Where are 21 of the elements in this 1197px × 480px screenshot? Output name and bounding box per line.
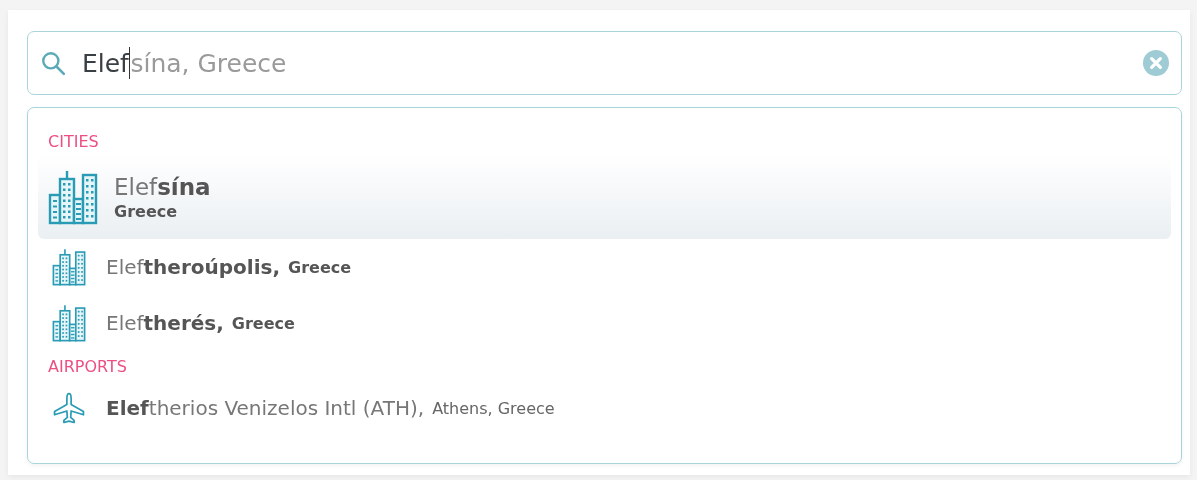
autocomplete-suggestion: sína, Greece: [130, 48, 287, 78]
city-buildings-icon: [48, 169, 98, 225]
place-name: Eleftherios Venizelos Intl (ATH),: [106, 396, 425, 420]
place-country: Greece: [114, 201, 179, 221]
place-name: Eleftheroúpolis,: [106, 255, 281, 279]
search-icon: [40, 50, 66, 76]
search-query: Elef: [82, 48, 129, 78]
suggestion-item[interactable]: Eleftherés, Greece: [38, 295, 1171, 351]
group-heading: AIRPORTS: [47, 357, 128, 376]
city-buildings-icon: [52, 248, 86, 286]
place-location: Greece: [231, 313, 295, 333]
suggestion-item[interactable]: Eleftheroúpolis, Greece: [38, 239, 1171, 295]
place-location: Greece: [288, 257, 352, 277]
clear-button[interactable]: [1143, 50, 1169, 76]
place-name: Elefsína: [114, 173, 211, 200]
group-heading: CITIES: [47, 132, 100, 151]
suggestion-item[interactable]: Eleftherios Venizelos Intl (ATH), Athens, Greece: [38, 380, 1171, 436]
place-name: Eleftherés,: [106, 311, 224, 335]
search-field[interactable]: Elefsína, Greece: [27, 31, 1182, 95]
place-location: Athens, Greece: [432, 398, 555, 418]
city-buildings-icon: [52, 304, 86, 342]
